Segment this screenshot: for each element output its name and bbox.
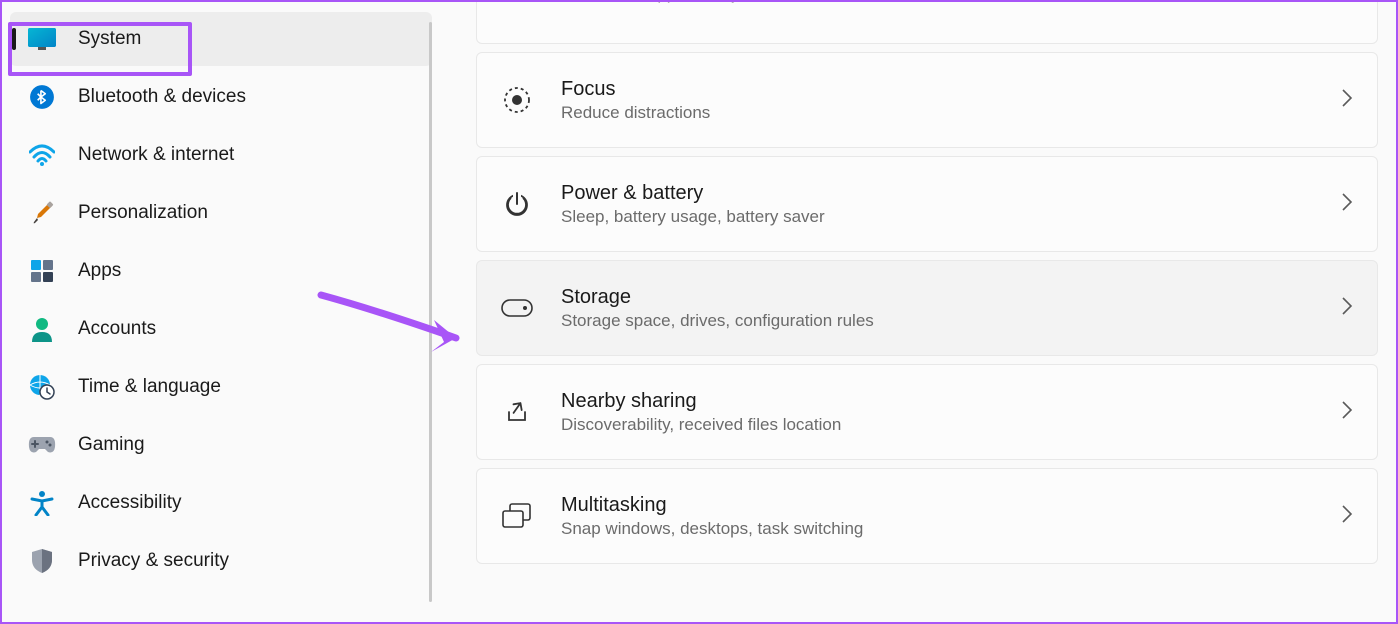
card-title: Storage	[561, 286, 1313, 309]
card-nearby[interactable]: Nearby sharing Discoverability, received…	[476, 364, 1378, 460]
share-icon	[501, 396, 533, 428]
sidebar-list: System Bluetooth & devices Network & int…	[10, 12, 432, 588]
settings-card-list: Notifications Alerts from apps and syste…	[476, 2, 1378, 564]
main-content: Notifications Alerts from apps and syste…	[432, 2, 1396, 622]
globe-clock-icon	[28, 373, 56, 401]
card-text: Nearby sharing Discoverability, received…	[561, 390, 1313, 435]
card-subtitle: Discoverability, received files location	[561, 415, 1313, 435]
sidebar-item-label: Personalization	[78, 202, 208, 224]
display-icon	[28, 25, 56, 53]
sidebar-item-gaming[interactable]: Gaming	[10, 418, 432, 472]
card-subtitle: Reduce distractions	[561, 103, 1313, 123]
sidebar-item-apps[interactable]: Apps	[10, 244, 432, 298]
sidebar-item-label: Apps	[78, 260, 121, 282]
sidebar-item-network[interactable]: Network & internet	[10, 128, 432, 182]
card-title: Power & battery	[561, 182, 1313, 205]
chevron-right-icon	[1341, 192, 1353, 217]
card-text: Storage Storage space, drives, configura…	[561, 286, 1313, 331]
sidebar-item-label: Accessibility	[78, 492, 181, 514]
sidebar-item-accessibility[interactable]: Accessibility	[10, 476, 432, 530]
power-icon	[501, 188, 533, 220]
accessibility-icon	[28, 489, 56, 517]
sidebar-item-accounts[interactable]: Accounts	[10, 302, 432, 356]
settings-window: System Bluetooth & devices Network & int…	[2, 2, 1396, 622]
chevron-right-icon	[1341, 504, 1353, 529]
sidebar-item-system[interactable]: System	[10, 12, 432, 66]
card-subtitle: Sleep, battery usage, battery saver	[561, 207, 1313, 227]
card-text: Power & battery Sleep, battery usage, ba…	[561, 182, 1313, 227]
wifi-icon	[28, 141, 56, 169]
chevron-right-icon	[1341, 296, 1353, 321]
sidebar-item-label: Accounts	[78, 318, 156, 340]
card-title: Multitasking	[561, 494, 1313, 517]
sidebar-item-personalization[interactable]: Personalization	[10, 186, 432, 240]
sidebar-item-label: Network & internet	[78, 144, 234, 166]
card-notifications[interactable]: Notifications Alerts from apps and syste…	[476, 2, 1378, 44]
paintbrush-icon	[28, 199, 56, 227]
sidebar-item-label: System	[78, 28, 141, 50]
card-subtitle: Snap windows, desktops, task switching	[561, 519, 1313, 539]
apps-icon	[28, 257, 56, 285]
chevron-right-icon	[1341, 88, 1353, 113]
bluetooth-icon	[28, 83, 56, 111]
sidebar-item-label: Gaming	[78, 434, 145, 456]
sidebar-item-privacy[interactable]: Privacy & security	[10, 534, 432, 588]
sidebar-item-label: Bluetooth & devices	[78, 86, 246, 108]
card-text: Focus Reduce distractions	[561, 78, 1313, 123]
gamepad-icon	[28, 431, 56, 459]
card-subtitle: Alerts from apps and system, do not dist…	[561, 2, 1313, 4]
multitask-icon	[501, 500, 533, 532]
card-title: Focus	[561, 78, 1313, 101]
card-text: Notifications Alerts from apps and syste…	[561, 2, 1313, 4]
chevron-right-icon	[1341, 400, 1353, 425]
sidebar-item-bluetooth[interactable]: Bluetooth & devices	[10, 70, 432, 124]
drive-icon	[501, 292, 533, 324]
card-power[interactable]: Power & battery Sleep, battery usage, ba…	[476, 156, 1378, 252]
card-storage[interactable]: Storage Storage space, drives, configura…	[476, 260, 1378, 356]
card-text: Multitasking Snap windows, desktops, tas…	[561, 494, 1313, 539]
card-focus[interactable]: Focus Reduce distractions	[476, 52, 1378, 148]
focus-icon	[501, 84, 533, 116]
person-icon	[28, 315, 56, 343]
card-multitasking[interactable]: Multitasking Snap windows, desktops, tas…	[476, 468, 1378, 564]
sidebar-item-time[interactable]: Time & language	[10, 360, 432, 414]
sidebar: System Bluetooth & devices Network & int…	[2, 2, 432, 622]
card-title: Nearby sharing	[561, 390, 1313, 413]
sidebar-item-label: Time & language	[78, 376, 221, 398]
shield-icon	[28, 547, 56, 575]
sidebar-item-label: Privacy & security	[78, 550, 229, 572]
card-subtitle: Storage space, drives, configuration rul…	[561, 311, 1313, 331]
